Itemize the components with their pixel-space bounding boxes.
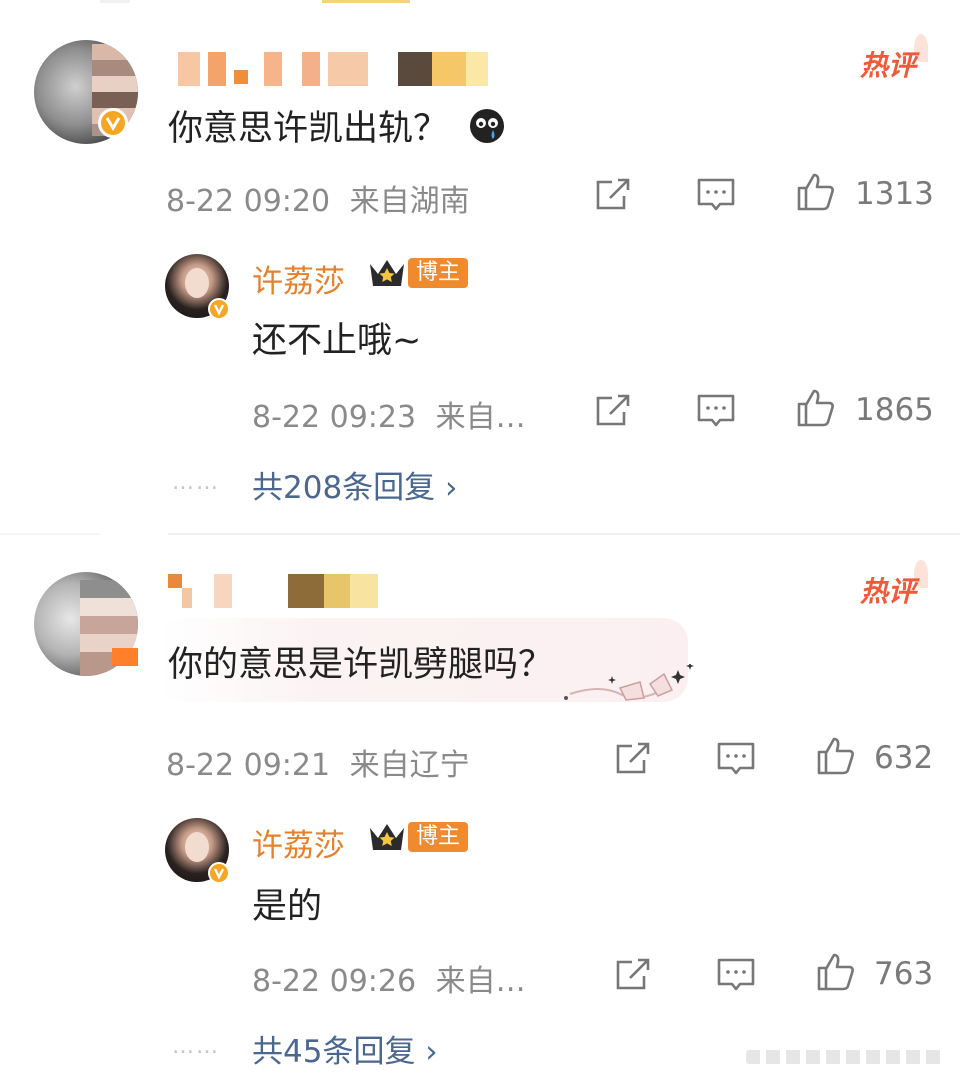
hot-comment-tag: 热评 [860,560,929,610]
reply-text: 是的 [252,887,323,927]
comment-divider [168,533,960,535]
like-icon[interactable] [816,952,856,992]
comment-icon[interactable] [716,740,756,780]
comment-time: 8-22 09:20 [166,184,331,219]
verified-icon [98,108,128,138]
like-count: 1865 [855,392,934,428]
reply-time: 8-22 09:23 [252,400,417,435]
verified-icon [208,298,230,320]
comment-meta: 8-22 09:21 来自辽宁 [166,740,470,784]
like-icon[interactable] [816,736,856,776]
comment-icon[interactable] [696,176,736,216]
like-icon[interactable] [796,172,836,212]
verified-icon [208,862,230,884]
repost-icon[interactable] [614,954,654,994]
commenter-name-blurred[interactable] [178,52,488,86]
comment-meta: 8-22 09:20 来自湖南 [166,176,470,220]
watermark-strip [746,1050,946,1064]
repost-icon[interactable] [594,174,634,214]
like-icon[interactable] [796,388,836,428]
reply-author-name[interactable]: 许荔莎 [252,820,345,865]
commenter-name-blurred[interactable] [168,574,398,608]
hot-comment-tag: 热评 [860,34,929,84]
comment-location: 来自湖南 [349,184,470,219]
pixelated-badge [112,648,138,666]
reply-text: 还不止哦~ [252,321,422,361]
crown-icon [370,824,404,850]
repost-icon[interactable] [594,390,634,430]
blogger-badge: 博主 [408,258,469,288]
more-replies-link[interactable]: 共208条回复 › [252,462,457,507]
top-edge-mark [322,0,410,3]
comment-text: 你的意思是许凯劈腿吗？ [168,645,554,685]
more-replies-link[interactable]: 共45条回复 › [252,1026,438,1071]
like-count: 763 [874,956,934,992]
comment-icon[interactable] [716,956,756,996]
top-edge [0,0,960,8]
comment-time: 8-22 09:21 [166,748,331,783]
reply-location: 来自… [435,400,526,435]
sob-emoji-icon [470,109,505,143]
like-count: 1313 [855,176,934,212]
reply-meta: 8-22 09:23 来自… [252,392,526,436]
avatar-face [185,832,209,862]
crown-icon [370,260,404,286]
comment-icon[interactable] [696,392,736,432]
comment-text: 你意思许凯出轨？ [168,100,505,151]
more-replies-dots: …… [172,470,220,495]
ribbon-decoration-icon [564,664,694,701]
reply-time: 8-22 09:26 [252,964,417,999]
reply-location: 来自… [435,964,526,999]
avatar-face [185,268,209,298]
like-count: 632 [874,740,934,776]
top-edge-mark [100,0,130,3]
blogger-badge: 博主 [408,822,469,852]
repost-icon[interactable] [614,738,654,778]
reply-author-name[interactable]: 许荔莎 [252,256,345,301]
comment-divider [0,533,100,535]
comment-location: 来自辽宁 [349,748,470,783]
comment-text-content: 你意思许凯出轨？ [168,109,449,149]
reply-meta: 8-22 09:26 来自… [252,956,526,1000]
more-replies-dots: …… [172,1034,220,1059]
